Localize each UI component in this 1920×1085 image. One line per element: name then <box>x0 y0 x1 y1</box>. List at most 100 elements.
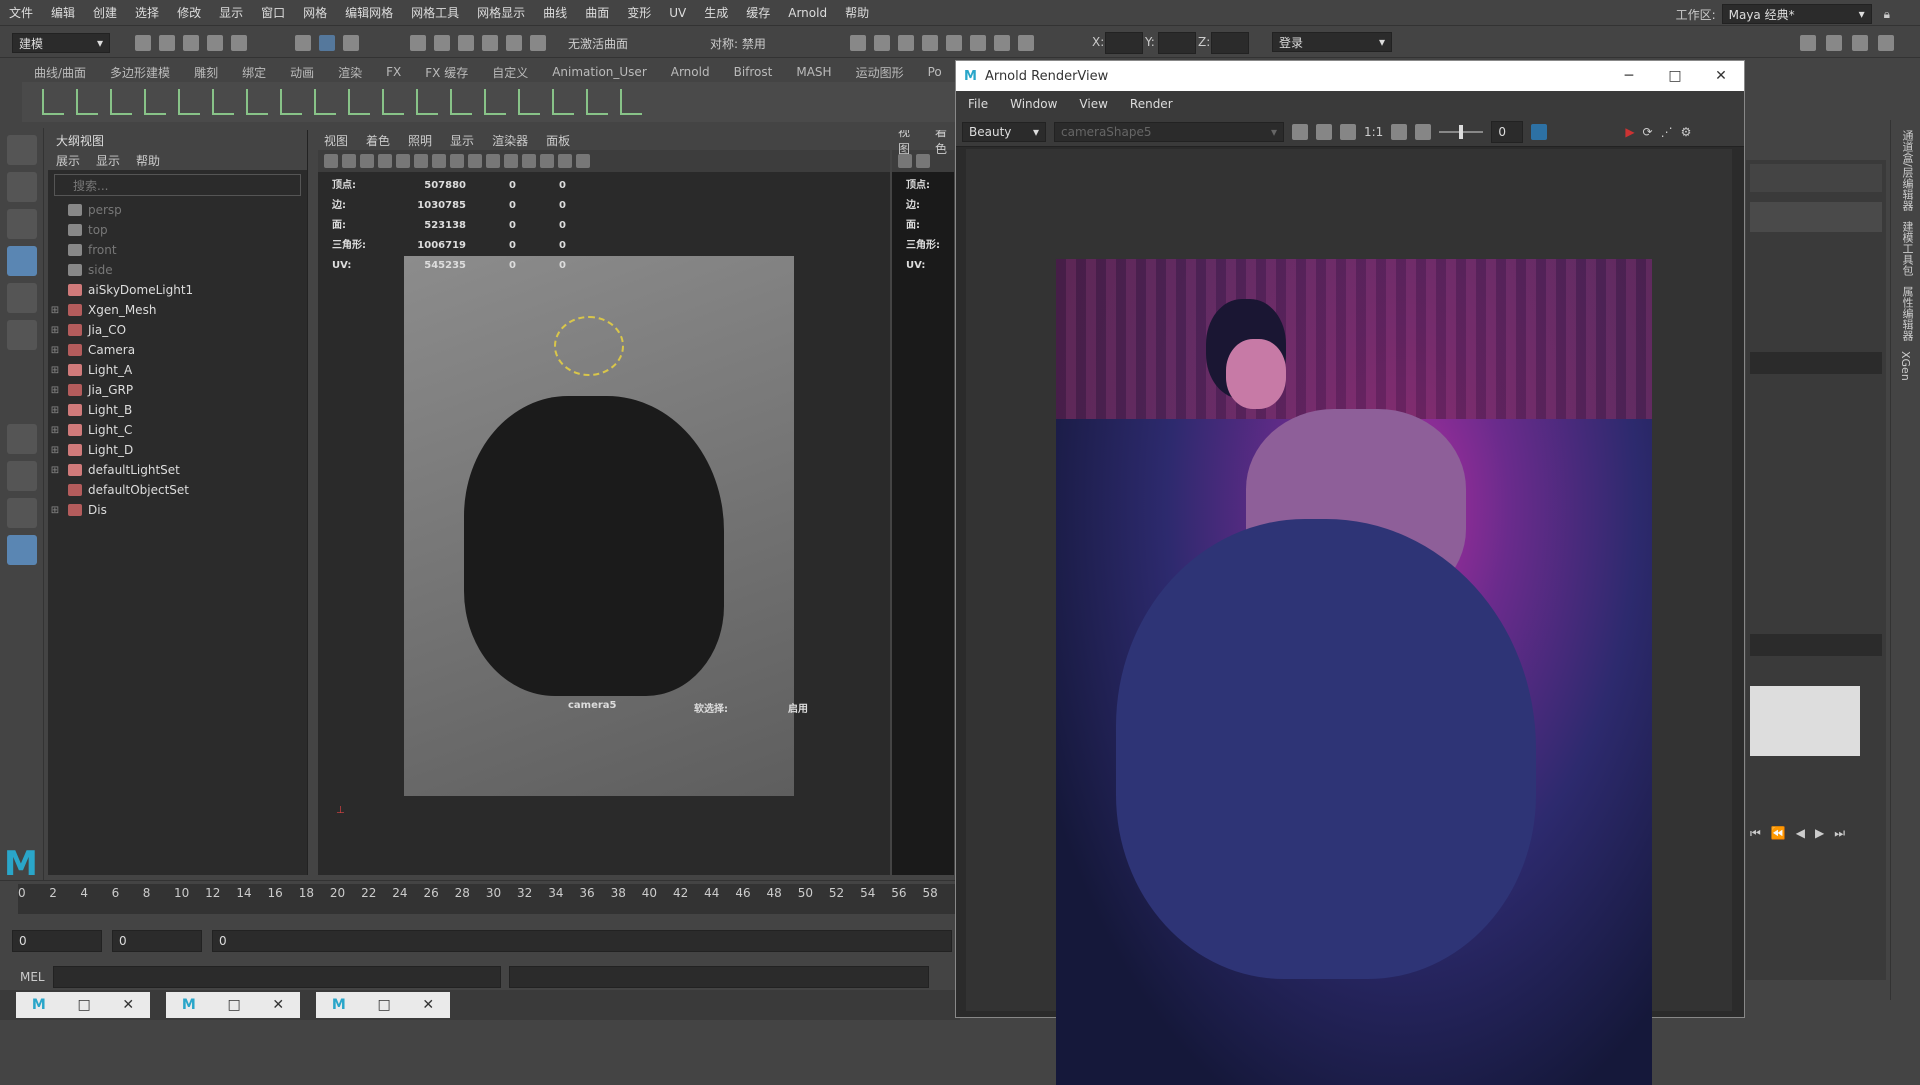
rotate-tool-icon[interactable] <box>7 283 37 313</box>
textured-icon[interactable] <box>378 154 392 168</box>
menu-item[interactable]: 帮助 <box>836 4 878 21</box>
attribute-editor-icon[interactable] <box>1826 35 1842 51</box>
viewport-camera[interactable]: 视图 着色 顶点: 边: 面: 三角形: UV: <box>892 130 954 875</box>
tree-item[interactable]: side <box>48 260 307 280</box>
two-pane-layout-icon[interactable] <box>7 498 37 528</box>
renderview-menu-item[interactable]: Window <box>1010 97 1057 111</box>
renderview-menu-item[interactable]: File <box>968 97 988 111</box>
viewport-menu-item[interactable]: 视图 <box>324 132 348 149</box>
shelf-tab[interactable]: 运动图形 <box>844 64 916 81</box>
viewport-menu-item[interactable]: 渲染器 <box>492 132 528 149</box>
tree-item[interactable]: persp <box>48 200 307 220</box>
tree-item[interactable]: aiSkyDomeLight1 <box>48 280 307 300</box>
workspace-dropdown[interactable]: Maya 经典* ▾ <box>1721 4 1872 24</box>
restore-icon[interactable]: □ <box>377 997 390 1013</box>
log-icon[interactable] <box>1531 123 1548 140</box>
crop-icon[interactable] <box>1391 123 1408 140</box>
shelf-tab[interactable]: 曲线/曲面 <box>22 64 98 81</box>
exposure-icon[interactable] <box>1415 123 1432 140</box>
grid-icon[interactable] <box>432 154 446 168</box>
arnold-render-icon[interactable] <box>946 35 962 51</box>
shelf-tab[interactable]: Animation_User <box>540 65 659 79</box>
shelf-tool-icon[interactable] <box>586 89 608 115</box>
ratio-label[interactable]: 1:1 <box>1364 125 1383 139</box>
snap-curve-icon[interactable] <box>434 35 450 51</box>
side-tab[interactable]: 建模工具包 <box>1899 221 1915 276</box>
goto-end-icon[interactable]: ⏭ <box>1834 826 1845 841</box>
isolate-icon[interactable] <box>468 154 482 168</box>
shelf-tool-icon[interactable] <box>212 89 234 115</box>
shelf-tool-icon[interactable] <box>314 89 336 115</box>
single-perspective-layout-icon[interactable] <box>7 424 37 454</box>
live-surface-label[interactable]: 无激活曲面 <box>568 35 628 52</box>
tree-item[interactable]: ⊞ Xgen_Mesh <box>48 300 307 320</box>
tree-item[interactable]: ⊞ Camera <box>48 340 307 360</box>
settings-icon[interactable]: ⚙ <box>1681 125 1692 139</box>
outliner-menu-item[interactable]: 展示 <box>56 152 80 169</box>
shelf-tool-icon[interactable] <box>178 89 200 115</box>
snap-grid-icon[interactable] <box>410 35 426 51</box>
menu-item[interactable]: 网格工具 <box>402 4 468 21</box>
exposure-slider[interactable] <box>1439 124 1484 139</box>
resolution-gate-icon[interactable] <box>486 154 500 168</box>
close-icon[interactable]: ✕ <box>272 997 284 1013</box>
menu-item[interactable]: 曲线 <box>534 4 576 21</box>
channel-box-icon[interactable] <box>1878 35 1894 51</box>
minimized-window[interactable]: M □ ✕ <box>166 992 300 1018</box>
shadows-icon[interactable] <box>414 154 428 168</box>
menu-item[interactable]: 网格 <box>294 4 336 21</box>
ipr-render-icon[interactable] <box>874 35 890 51</box>
tree-item[interactable]: ⊞ Light_C <box>48 420 307 440</box>
renderview-menu-item[interactable]: Render <box>1130 97 1173 111</box>
shelf-tool-icon[interactable] <box>518 89 540 115</box>
snap-pivot-icon[interactable] <box>530 35 546 51</box>
menu-item[interactable]: 显示 <box>210 4 252 21</box>
x-field[interactable] <box>1105 32 1143 54</box>
mel-input[interactable] <box>52 966 501 988</box>
shelf-tool-icon[interactable] <box>382 89 404 115</box>
shelf-tool-icon[interactable] <box>144 89 166 115</box>
shelf-tool-icon[interactable] <box>76 89 98 115</box>
viewport-persp[interactable]: 视图 着色 照明 显示 渲染器 面板 顶点: 507880 0 0 边: 1030785 0 0 面: 52… <box>318 130 890 875</box>
menu-item[interactable]: 变形 <box>618 4 660 21</box>
lasso-tool-icon[interactable] <box>7 172 37 202</box>
shelf-tool-icon[interactable] <box>280 89 302 115</box>
lock-icon[interactable]: 🔒︎ <box>1884 7 1890 22</box>
refresh-icon[interactable]: ⟳ <box>1643 125 1653 139</box>
shelf-tool-icon[interactable] <box>42 89 64 115</box>
render-view-icon[interactable] <box>970 35 986 51</box>
hypershade-icon[interactable] <box>922 35 938 51</box>
attribute-field[interactable] <box>1750 634 1882 656</box>
menu-item[interactable]: Arnold <box>779 6 836 20</box>
snap-view-icon[interactable] <box>482 35 498 51</box>
tree-item[interactable]: ⊞ Light_A <box>48 360 307 380</box>
shelf-tool-icon[interactable] <box>450 89 472 115</box>
shelf-tool-icon[interactable] <box>620 89 642 115</box>
menu-item[interactable]: 生成 <box>695 4 737 21</box>
pause-icon[interactable] <box>1018 35 1034 51</box>
shelf-tab[interactable]: 绑定 <box>230 64 278 81</box>
wireframe-icon[interactable] <box>342 154 356 168</box>
expand-icon[interactable]: ⊞ <box>48 445 62 456</box>
exposure-slider-handle[interactable] <box>1459 124 1464 139</box>
render-settings-icon[interactable] <box>898 35 914 51</box>
side-tab[interactable]: 通道盒/层编辑器 <box>1899 130 1915 211</box>
shelf-tool-icon[interactable] <box>416 89 438 115</box>
expand-icon[interactable]: ⊞ <box>48 405 62 416</box>
light-editor-icon[interactable] <box>994 35 1010 51</box>
render-icon[interactable]: ▶ <box>1625 125 1634 139</box>
symmetry-label[interactable]: 对称: 禁用 <box>710 35 766 52</box>
tree-item[interactable]: ⊞ Jia_GRP <box>48 380 307 400</box>
play-forward-icon[interactable]: ▶ <box>1815 826 1824 841</box>
outliner-layout-icon[interactable] <box>7 535 37 565</box>
restore-icon[interactable]: □ <box>227 997 240 1013</box>
play-back-icon[interactable]: ◀ <box>1796 826 1805 841</box>
close-icon[interactable]: ✕ <box>122 997 134 1013</box>
camera-dropdown[interactable]: cameraShape5 ▾ <box>1054 121 1284 142</box>
expand-icon[interactable]: ⊞ <box>48 505 62 516</box>
expand-icon[interactable]: ⊞ <box>48 465 62 476</box>
scale-tool-icon[interactable] <box>7 320 37 350</box>
viewport-menu-item[interactable]: 着色 <box>366 132 390 149</box>
shelf-tab[interactable]: 动画 <box>278 64 326 81</box>
expand-icon[interactable]: ⊞ <box>48 365 62 376</box>
